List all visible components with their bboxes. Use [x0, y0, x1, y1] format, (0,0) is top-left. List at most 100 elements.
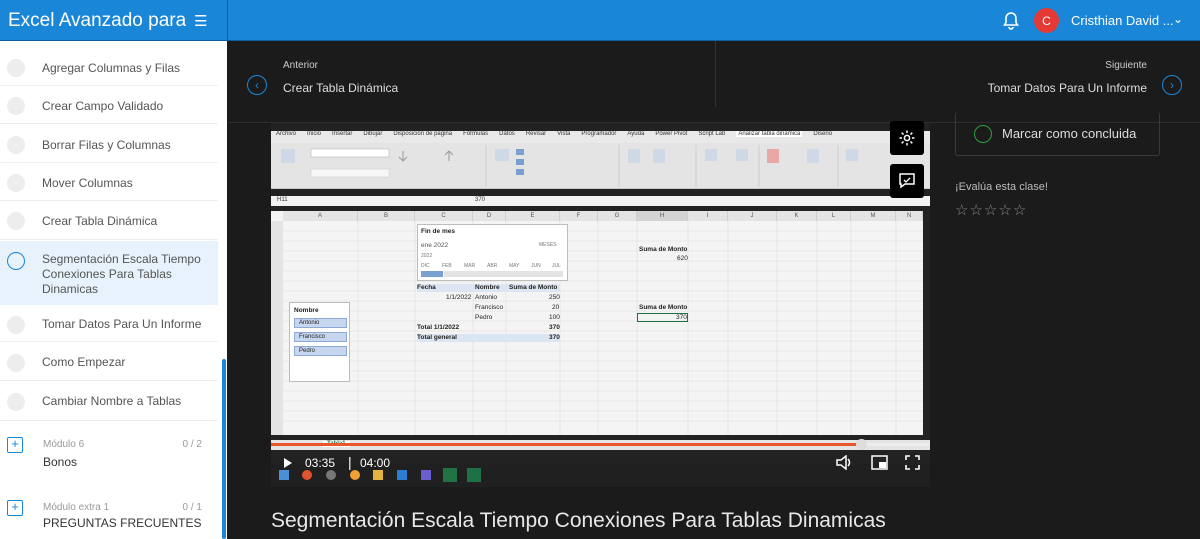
chevron-down-icon[interactable]: ⌄ — [1173, 12, 1183, 26]
chevron-right-icon[interactable]: › — [1162, 75, 1182, 95]
topbar-divider — [227, 0, 228, 41]
lesson-item[interactable]: Borrar Filas y Columnas — [0, 124, 218, 163]
lesson-label: Agregar Columnas y Filas — [42, 61, 181, 75]
ribbon-tab: Vista — [557, 131, 571, 137]
plus-icon[interactable]: + — [7, 437, 23, 453]
lesson-item[interactable]: Cambiar Nombre a Tablas — [0, 381, 218, 421]
timeline-month: ABR — [487, 263, 498, 269]
volume-icon[interactable] — [836, 455, 853, 470]
pivot-value: 100 — [549, 314, 560, 321]
timeline-range: ene 2022 — [421, 242, 449, 249]
summary-value: 620 — [677, 255, 688, 262]
timeline-month: MAY — [509, 263, 520, 269]
slicer-title: Nombre — [294, 307, 319, 314]
lesson-status-icon — [7, 212, 25, 230]
lesson-label: Crear Campo Validado — [42, 99, 164, 113]
lesson-label: Borrar Filas y Columnas — [42, 138, 171, 152]
column-header: L — [817, 211, 851, 221]
ribbon-tab: Disposición de página — [393, 131, 453, 137]
lesson-label: Cambiar Nombre a Tablas — [42, 394, 182, 408]
timeline-year: 2022 — [421, 253, 433, 259]
lesson-item[interactable]: Tomar Datos Para Un Informe — [0, 305, 218, 342]
chevron-left-icon[interactable]: ‹ — [247, 75, 267, 95]
lesson-label: Mover Columnas — [42, 176, 133, 190]
ribbon-tab: Ayuda — [627, 131, 645, 137]
star-rating[interactable]: ☆☆☆☆☆ — [955, 201, 1027, 219]
fullscreen-icon[interactable] — [905, 455, 920, 470]
timeline-month: JUN — [531, 263, 541, 269]
name-slicer: Nombre Antonio Francisco Pedro — [289, 302, 350, 382]
sidebar: Agregar Columnas y Filas Crear Campo Val… — [0, 41, 227, 539]
summary-value: 370 — [676, 314, 687, 321]
lesson-status-icon — [7, 316, 25, 334]
video-player[interactable]: Archivo Inicio Insertar Dibujar Disposición … — [271, 123, 930, 487]
slicer-item: Antonio — [294, 318, 347, 328]
star-icon[interactable]: ☆ — [998, 202, 1012, 219]
module-extra-1[interactable]: + Módulo extra 1 0 / 1 PREGUNTAS FRECUEN… — [0, 487, 218, 539]
pivot-name: Antonio — [475, 294, 498, 301]
formula-value: 370 — [475, 197, 486, 203]
prev-lesson-link[interactable]: Crear Tabla Dinámica — [283, 81, 398, 95]
avatar[interactable]: C — [1034, 8, 1059, 33]
bell-icon[interactable] — [1002, 11, 1020, 31]
prev-label: Anterior — [283, 60, 319, 71]
timeline-selection — [421, 271, 443, 277]
lesson-item[interactable]: Como Empezar — [0, 342, 218, 381]
module-6[interactable]: + Módulo 6 0 / 2 Bonos — [0, 424, 218, 476]
lesson-item-active[interactable]: Segmentación Escala Tiempo Conexiones Pa… — [0, 241, 218, 305]
lesson-item[interactable]: Agregar Columnas y Filas — [0, 48, 218, 86]
lesson-status-icon — [7, 174, 25, 192]
settings-button[interactable] — [890, 121, 924, 155]
slicer-item: Pedro — [294, 346, 347, 356]
next-lesson-link[interactable]: Tomar Datos Para Un Informe — [988, 81, 1147, 95]
star-icon[interactable]: ☆ — [1013, 202, 1027, 219]
column-header: H — [637, 211, 688, 221]
excel-grid: A B C D E F G H I J K L M N Fecha Nombre… — [271, 211, 923, 435]
formula-bar: H11 370 — [271, 196, 930, 206]
column-header: F — [560, 211, 598, 221]
nav-divider — [715, 41, 716, 107]
play-icon[interactable] — [283, 457, 293, 469]
picture-in-picture-icon[interactable] — [871, 455, 888, 470]
ribbon-tab-active: Analizar tabla dinámica — [736, 131, 803, 137]
lesson-item[interactable]: Crear Tabla Dinámica — [0, 201, 218, 240]
lesson-status-icon — [7, 97, 25, 115]
lesson-status-icon — [7, 252, 25, 270]
pivot-header: Fecha — [417, 284, 436, 291]
time-separator-icon: | — [348, 454, 352, 470]
menu-icon[interactable]: ☰ — [194, 12, 207, 30]
module-count: 0 / 2 — [182, 439, 202, 450]
summary-label: Suma de Monto — [639, 304, 688, 311]
comments-button[interactable] — [890, 164, 924, 198]
excel-ribbon — [271, 143, 930, 189]
star-icon[interactable]: ☆ — [969, 202, 983, 219]
pivot-grand-value: 370 — [549, 334, 560, 341]
column-header: E — [506, 211, 560, 221]
video-progress[interactable] — [271, 439, 930, 450]
divider — [0, 239, 218, 240]
ribbon-tab: Script Lab — [698, 131, 726, 137]
app-brand[interactable]: Excel Avanzado para Ac ☰ — [0, 0, 227, 41]
module-sub: Módulo 6 — [43, 439, 85, 450]
star-icon[interactable]: ☆ — [955, 202, 969, 219]
timeline-slicer: Fin de mes ene 2022 MESES 2022 DIC FEB M… — [417, 224, 568, 281]
user-name[interactable]: Cristhian David ... — [1071, 13, 1174, 28]
lesson-item[interactable]: Crear Campo Validado — [0, 86, 218, 124]
column-header: C — [415, 211, 473, 221]
mark-complete-label: Marcar como concluida — [1002, 126, 1137, 141]
app-title[interactable]: Excel Avanzado para Ac — [8, 10, 186, 32]
sidebar-scrollbar[interactable] — [222, 359, 226, 539]
star-icon[interactable]: ☆ — [984, 202, 998, 219]
pivot-grand-label: Total general — [417, 334, 457, 341]
excel-ribbon-tabs: Archivo Inicio Insertar Dibujar Disposición … — [271, 131, 930, 143]
timeline-unit: MESES — [539, 242, 557, 248]
lesson-item[interactable]: Mover Columnas — [0, 163, 218, 201]
plus-icon[interactable]: + — [7, 500, 23, 516]
lesson-label: Como Empezar — [42, 355, 126, 369]
progress-fill — [271, 443, 862, 446]
pivot-name: Pedro — [475, 314, 493, 321]
module-name: PREGUNTAS FRECUENTES — [43, 516, 202, 530]
mark-complete-button[interactable]: Marcar como concluida — [955, 112, 1160, 156]
summary-label: Suma de Monto — [639, 246, 688, 253]
ribbon-tab: Inicio — [307, 131, 322, 137]
